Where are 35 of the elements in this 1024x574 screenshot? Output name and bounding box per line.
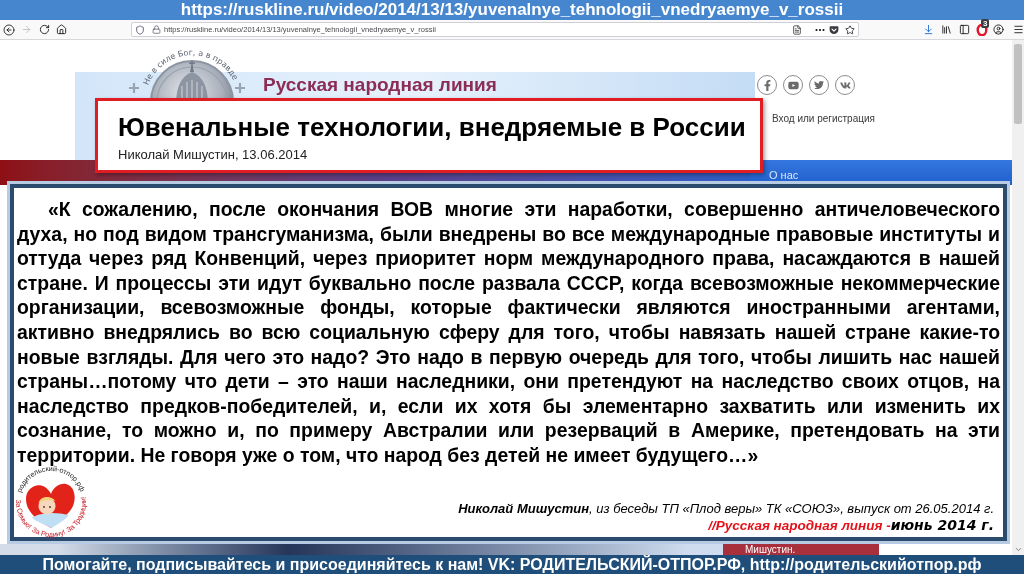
caption-label: Мишустин. bbox=[723, 544, 879, 555]
article-byline: Николай Мишустин, 13.06.2014 bbox=[118, 147, 309, 163]
login-link[interactable]: Вход или регистрация bbox=[772, 113, 875, 125]
cross-icon bbox=[127, 81, 141, 95]
menu-icon[interactable] bbox=[1013, 24, 1024, 35]
library-icon[interactable] bbox=[941, 24, 952, 35]
twitter-icon[interactable] bbox=[809, 75, 829, 95]
extension-icon[interactable] bbox=[976, 23, 988, 36]
sidebar-icon[interactable] bbox=[959, 24, 970, 35]
site-title[interactable]: Русская народная линия bbox=[263, 74, 497, 96]
attribution-text: Николай Мишустин, из беседы ТП «Плод веры» ТК «СОЮЗ», выпуск от 26.05.2014 г. bbox=[458, 501, 994, 517]
pocket-icon[interactable] bbox=[829, 24, 839, 35]
notification-badge: 3 bbox=[981, 18, 990, 28]
shield-icon[interactable] bbox=[135, 24, 145, 35]
reader-view-icon[interactable] bbox=[792, 24, 802, 35]
download-icon[interactable] bbox=[923, 24, 934, 35]
article-title: Ювенальные технологии, внедряемые в России bbox=[118, 112, 747, 142]
cross-icon bbox=[233, 81, 247, 95]
source-text: //Русская народная линия - bbox=[708, 517, 891, 534]
home-icon[interactable] bbox=[56, 24, 67, 35]
scroll-thumb[interactable] bbox=[1014, 44, 1022, 124]
scrollbar[interactable] bbox=[1012, 40, 1024, 555]
reload-icon[interactable] bbox=[39, 24, 50, 35]
back-icon[interactable] bbox=[3, 23, 15, 36]
footer-text: Помогайте, подписывайтесь и присоединяйтесь к нам! VK: РОДИТЕЛЬСКИЙ-ОТПОР.РФ, http://родительскийотпор.рф bbox=[42, 555, 982, 574]
url-text: https://ruskline.ru/video/2014/13/13/yuvenalnye_tehnologii_vnedryaemye_v_rossii bbox=[180, 0, 844, 20]
date-text: июнь 2014 г. bbox=[890, 517, 994, 534]
bookmark-star-icon[interactable] bbox=[845, 24, 855, 35]
facebook-icon[interactable] bbox=[757, 75, 777, 95]
nav-link[interactable]: О нас bbox=[769, 169, 799, 182]
scroll-down-icon[interactable] bbox=[1013, 545, 1023, 554]
youtube-icon[interactable] bbox=[783, 75, 803, 95]
account-icon[interactable] bbox=[993, 24, 1004, 35]
lock-icon bbox=[152, 25, 161, 34]
vk-icon[interactable] bbox=[835, 75, 855, 95]
